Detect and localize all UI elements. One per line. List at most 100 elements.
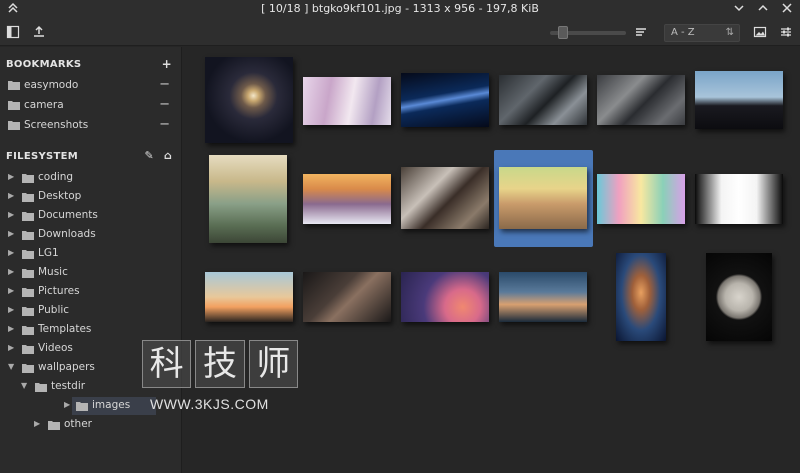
folder-icon xyxy=(22,174,34,183)
watermark-char: 技 xyxy=(195,340,245,388)
bookmark-item[interactable]: camera − xyxy=(6,97,176,115)
parent-folder-button[interactable] xyxy=(30,23,48,41)
add-bookmark-icon[interactable]: + xyxy=(162,57,172,71)
sort-options-button[interactable] xyxy=(632,23,650,41)
edit-icon[interactable]: ✎ xyxy=(144,149,154,162)
maximize-icon[interactable] xyxy=(756,1,770,15)
chevron-right-icon[interactable]: ▶ xyxy=(8,191,18,200)
thumbnail[interactable] xyxy=(499,75,587,125)
view-image-button[interactable] xyxy=(751,23,769,41)
chevron-down-icon[interactable]: ▼ xyxy=(8,362,18,371)
bookmarks-header: BOOKMARKS + xyxy=(6,57,176,73)
remove-bookmark-icon[interactable]: − xyxy=(159,97,170,112)
chevron-right-icon[interactable]: ▶ xyxy=(64,400,74,409)
tree-item-desktop[interactable]: ▶ Desktop xyxy=(6,188,182,206)
folder-icon xyxy=(22,326,34,335)
thumbnail[interactable] xyxy=(303,77,391,125)
thumbnail[interactable] xyxy=(499,272,587,322)
watermark-logo: 科 技 师 xyxy=(142,340,302,388)
folder-icon xyxy=(22,364,34,373)
tree-item-pictures[interactable]: ▶ Pictures xyxy=(6,283,182,301)
folder-icon xyxy=(8,121,20,130)
tree-item-music[interactable]: ▶ Music xyxy=(6,264,182,282)
thumbnail[interactable] xyxy=(209,155,287,243)
folder-icon xyxy=(76,402,88,411)
chevron-right-icon[interactable]: ▶ xyxy=(8,229,18,238)
chevron-right-icon[interactable]: ▶ xyxy=(8,343,18,352)
chevron-right-icon[interactable]: ▶ xyxy=(8,305,18,314)
bookmark-label: Screenshots xyxy=(24,119,89,131)
sort-select[interactable]: A - Z ⇅ xyxy=(664,24,740,42)
sidebar-toggle-button[interactable] xyxy=(4,23,22,41)
chevron-right-icon[interactable]: ▶ xyxy=(8,210,18,219)
chevron-right-icon[interactable]: ▶ xyxy=(8,248,18,257)
tree-item-documents[interactable]: ▶ Documents xyxy=(6,207,182,225)
remove-bookmark-icon[interactable]: − xyxy=(159,77,170,92)
thumbnail[interactable] xyxy=(695,71,783,129)
tree-item-label: Pictures xyxy=(38,285,80,297)
folder-icon xyxy=(22,193,34,202)
folder-icon xyxy=(22,307,34,316)
watermark-url: WWW.3KJS.COM xyxy=(150,396,269,412)
tree-item-label: LG1 xyxy=(38,247,59,259)
thumbnail[interactable] xyxy=(205,272,293,322)
sort-select-label: A - Z xyxy=(671,27,695,38)
thumbnail[interactable] xyxy=(401,272,489,322)
folder-icon xyxy=(22,212,34,221)
thumbnail[interactable] xyxy=(499,167,587,229)
slider-handle[interactable] xyxy=(558,26,568,39)
sort-az-icon[interactable]: ⇅ xyxy=(726,25,734,41)
bookmark-item[interactable]: easymodo − xyxy=(6,77,176,95)
tree-item-label: other xyxy=(64,418,92,430)
tree-item-label: testdir xyxy=(51,380,86,392)
sidebar-icon xyxy=(6,25,20,39)
folder-icon xyxy=(22,269,34,278)
tree-item-label: coding xyxy=(38,171,74,183)
lines-icon xyxy=(636,28,646,36)
thumbnail[interactable] xyxy=(205,57,293,143)
tree-item-label: Public xyxy=(38,304,70,316)
chevron-right-icon[interactable]: ▶ xyxy=(8,172,18,181)
filesystem-heading: FILESYSTEM xyxy=(6,151,79,162)
thumbnail[interactable] xyxy=(401,167,489,229)
settings-button[interactable] xyxy=(777,23,795,41)
tree-item-public[interactable]: ▶ Public xyxy=(6,302,182,320)
chevron-right-icon[interactable]: ▶ xyxy=(34,419,44,428)
thumbnail[interactable] xyxy=(303,272,391,322)
chevron-right-icon[interactable]: ▶ xyxy=(8,324,18,333)
tree-item-label: images xyxy=(92,399,131,411)
thumbnail[interactable] xyxy=(597,174,685,224)
thumbnail[interactable] xyxy=(695,174,783,224)
folder-icon xyxy=(22,288,34,297)
remove-bookmark-icon[interactable]: − xyxy=(159,117,170,132)
bookmark-item[interactable]: Screenshots − xyxy=(6,117,176,135)
tree-item-label: wallpapers xyxy=(38,361,95,373)
thumbnail[interactable] xyxy=(303,174,391,224)
tree-item-label: Downloads xyxy=(38,228,96,240)
folder-icon xyxy=(22,250,34,259)
chevron-right-icon[interactable]: ▶ xyxy=(8,286,18,295)
thumbnail[interactable] xyxy=(706,253,772,341)
tree-item-templates[interactable]: ▶ Templates xyxy=(6,321,182,339)
watermark-char: 科 xyxy=(142,340,192,388)
thumbnail[interactable] xyxy=(401,73,489,127)
sliders-icon xyxy=(781,27,791,37)
thumbnail[interactable] xyxy=(616,253,666,341)
window-controls xyxy=(732,1,794,15)
chevron-down-icon[interactable]: ▼ xyxy=(21,381,31,390)
tree-item-coding[interactable]: ▶ coding xyxy=(6,169,182,187)
filesystem-header: FILESYSTEM ✎ ⌂ xyxy=(6,149,176,165)
watermark-char: 师 xyxy=(248,340,298,388)
tree-item-other[interactable]: ▶ other xyxy=(32,416,208,434)
tree-item-label: Videos xyxy=(38,342,73,354)
close-icon[interactable] xyxy=(780,1,794,15)
minimize-icon[interactable] xyxy=(732,1,746,15)
tree-item-downloads[interactable]: ▶ Downloads xyxy=(6,226,182,244)
thumbnail[interactable] xyxy=(597,75,685,125)
toolbar: A - Z ⇅ xyxy=(0,18,800,46)
home-icon[interactable]: ⌂ xyxy=(164,149,172,162)
tree-item-label: Templates xyxy=(38,323,92,335)
tree-item-lg1[interactable]: ▶ LG1 xyxy=(6,245,182,263)
chevron-right-icon[interactable]: ▶ xyxy=(8,267,18,276)
bookmarks-heading: BOOKMARKS xyxy=(6,59,82,70)
